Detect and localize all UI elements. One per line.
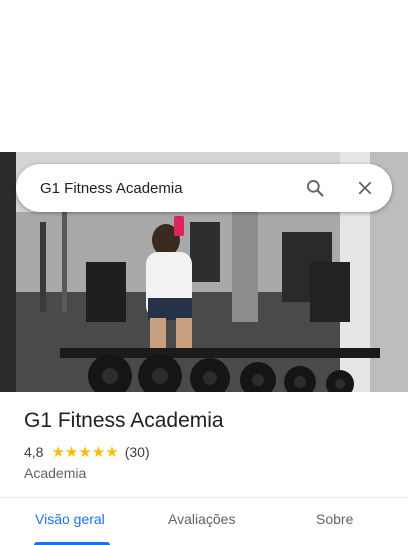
place-category: Academia [24,465,87,481]
review-count[interactable]: (30) [125,444,150,460]
close-icon[interactable] [352,175,378,201]
top-blank-area [0,0,408,152]
place-title: G1 Fitness Academia [24,409,224,432]
place-info-panel: G1 Fitness Academia 4,8 ★ ★ ★ ★ ★ (30) A… [0,392,408,545]
rating-row[interactable]: 4,8 ★ ★ ★ ★ ★ (30) [24,444,150,460]
star-icon: ★ [51,443,65,461]
search-icon[interactable] [302,175,328,201]
star-icon: ★ [64,443,79,461]
rating-value: 4,8 [24,444,44,460]
star-icon: ★ [78,443,92,461]
place-tabs: Visão geral Avaliações Sobre [0,497,408,545]
star-icon: ★ [105,443,119,461]
tab-reviews[interactable]: Avaliações [168,511,235,527]
star-icon: ★ [91,443,106,461]
tab-overview[interactable]: Visão geral [35,511,105,527]
tab-about[interactable]: Sobre [316,511,353,527]
rating-stars: ★ ★ ★ ★ ★ [51,445,118,460]
search-bar[interactable]: G1 Fitness Academia [16,164,392,212]
search-query-text[interactable]: G1 Fitness Academia [40,180,302,197]
